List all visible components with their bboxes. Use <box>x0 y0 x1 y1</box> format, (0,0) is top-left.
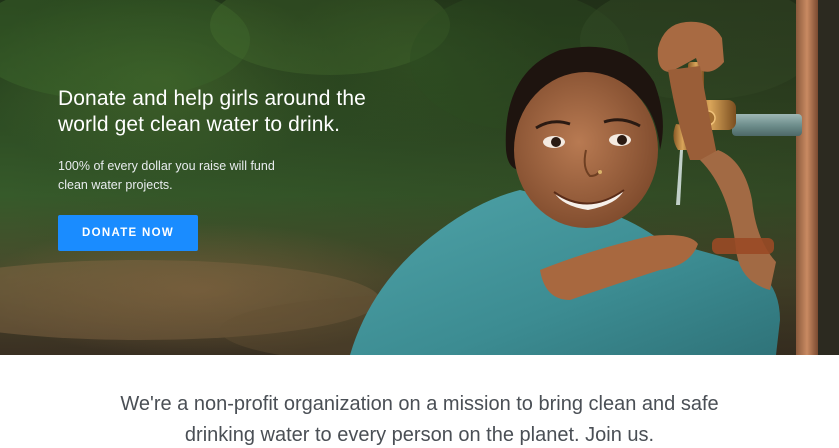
mission-statement: We're a non-profit organization on a mis… <box>0 355 839 448</box>
hero-subheading: 100% of every dollar you raise will fund… <box>58 157 418 195</box>
hero-heading-line-1: Donate and help girls around the <box>58 87 366 110</box>
hero-subheading-line-2: clean water projects. <box>58 178 173 192</box>
hero-heading-line-2: world get clean water to drink. <box>58 113 341 136</box>
donate-now-button[interactable]: DONATE NOW <box>58 215 198 251</box>
mission-line-1: We're a non-profit organization on a mis… <box>120 393 719 415</box>
mission-section: We're a non-profit organization on a mis… <box>0 355 839 448</box>
hero-section: Donate and help girls around the world g… <box>0 0 839 355</box>
mission-line-2: drinking water to every person on the pl… <box>184 424 655 446</box>
hero-text-block: Donate and help girls around the world g… <box>58 86 418 251</box>
hero-subheading-line-1: 100% of every dollar you raise will fund <box>58 159 275 173</box>
hero-heading: Donate and help girls around the world g… <box>58 86 418 138</box>
page: Donate and help girls around the world g… <box>0 0 839 448</box>
